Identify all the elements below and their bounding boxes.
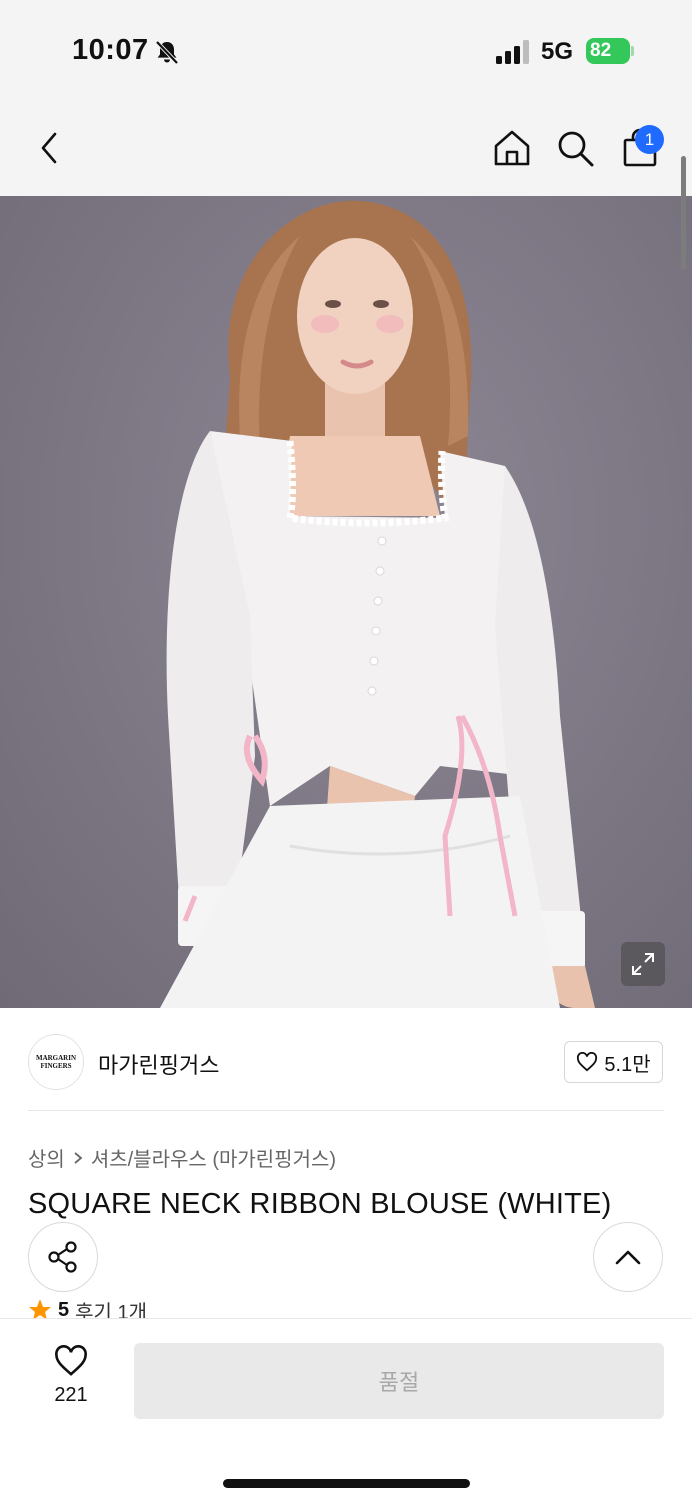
sold-out-button[interactable]: 품절 — [134, 1343, 664, 1419]
status-bar: 10:07 5G 82 — [0, 0, 692, 100]
home-button[interactable] — [490, 126, 534, 170]
top-nav — [0, 100, 692, 196]
network-type: 5G — [541, 38, 574, 65]
wishlist-button[interactable]: 221 — [40, 1345, 102, 1407]
product-image[interactable] — [0, 196, 692, 1008]
heart-icon — [577, 1052, 598, 1072]
battery-level: 82 — [590, 40, 612, 61]
chevron-up-icon — [615, 1250, 641, 1265]
divider — [28, 1110, 664, 1111]
share-button[interactable] — [28, 1222, 98, 1292]
scroll-indicator[interactable] — [681, 156, 686, 270]
search-icon — [558, 131, 594, 167]
search-button[interactable] — [553, 126, 597, 170]
status-time: 10:07 — [72, 34, 149, 66]
bell-off-icon — [155, 40, 179, 65]
home-icon — [494, 130, 530, 166]
review-count: 후기 1개 — [75, 1301, 148, 1321]
star-icon — [29, 1300, 51, 1320]
product-page: 10:07 5G 82 1 MARGARIN FINGERS 마가린핑거스 5.… — [0, 0, 692, 1500]
expand-icon — [632, 953, 654, 975]
cart-count-badge: 1 — [635, 125, 664, 154]
brand-like-button[interactable]: 5.1만 — [564, 1041, 663, 1083]
breadcrumb-category[interactable]: 상의 — [28, 1143, 65, 1172]
brand-logo-text: MARGARIN FINGERS — [35, 1054, 77, 1070]
brand-name[interactable]: 마가린핑거스 — [98, 1048, 219, 1080]
chevron-left-icon — [41, 132, 57, 164]
chevron-right-icon — [74, 1151, 83, 1164]
back-button[interactable] — [28, 126, 72, 170]
model-photo — [160, 200, 595, 1008]
rating-score: 5 — [58, 1300, 70, 1320]
bottom-action-bar: 221 품절 — [0, 1318, 692, 1500]
brand-logo[interactable]: MARGARIN FINGERS — [28, 1034, 84, 1090]
wishlist-count: 221 — [54, 1384, 88, 1406]
sold-out-label: 품절 — [378, 1370, 420, 1395]
share-icon — [48, 1241, 77, 1273]
rating-summary[interactable]: 5 후기 1개 — [28, 1300, 147, 1320]
breadcrumb-subcategory[interactable]: 셔츠/블라우스 (마가린핑거스) — [91, 1143, 336, 1172]
heart-icon — [55, 1345, 87, 1376]
home-indicator[interactable] — [223, 1479, 470, 1488]
scroll-top-button[interactable] — [593, 1222, 663, 1292]
product-title: SQUARE NECK RIBBON BLOUSE (WHITE) — [28, 1188, 612, 1220]
battery-icon: 82 — [586, 38, 634, 64]
brand-row[interactable]: MARGARIN FINGERS 마가린핑거스 5.1만 — [0, 1010, 692, 1110]
expand-image-button[interactable] — [621, 942, 665, 986]
brand-like-count: 5.1만 — [604, 1053, 651, 1076]
signal-icon — [496, 40, 529, 64]
breadcrumb: 상의 셔츠/블라우스 (마가린핑거스) — [28, 1143, 336, 1172]
